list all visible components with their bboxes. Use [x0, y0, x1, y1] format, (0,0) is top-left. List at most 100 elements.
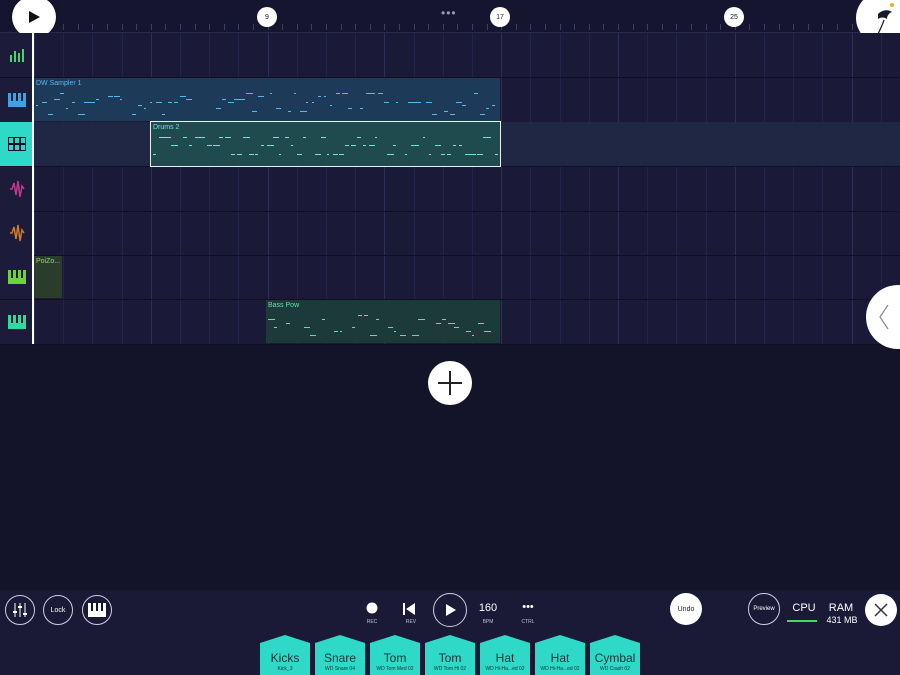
note: [360, 107, 363, 109]
drum-pad[interactable]: Cymbal WD Crash 02: [590, 635, 640, 675]
track-header-synth-1[interactable]: [0, 255, 33, 300]
pad-name: Tom: [383, 651, 407, 665]
note: [418, 318, 425, 320]
note: [144, 107, 146, 109]
rewind-button[interactable]: [402, 602, 418, 616]
mixer-button[interactable]: [5, 595, 35, 625]
transport-play-button[interactable]: [433, 593, 467, 627]
note: [78, 113, 85, 115]
clip-label: DW Sampler 1: [36, 80, 82, 87]
note: [369, 145, 375, 147]
note: [207, 145, 212, 147]
track-header-audio-2[interactable]: [0, 211, 33, 256]
note: [480, 113, 485, 115]
ruler-tick: [223, 24, 225, 30]
track-header-audio-1[interactable]: [0, 167, 33, 212]
ruler-tick: [180, 24, 181, 30]
clip-drums[interactable]: Drums 2: [150, 121, 501, 167]
note: [108, 96, 113, 97]
track-header-sampler[interactable]: [0, 78, 33, 123]
track-lane[interactable]: [34, 33, 900, 78]
ctrl-button[interactable]: •••: [515, 601, 541, 613]
bar-marker-9[interactable]: 9: [257, 7, 277, 27]
drum-pad[interactable]: Hat WD Hi-Ha...ed 02: [535, 635, 585, 675]
ruler-tick: [282, 24, 284, 30]
note: [156, 101, 162, 103]
note: [442, 318, 446, 320]
drum-pad[interactable]: Tom WD Tom Hi 02: [425, 635, 475, 675]
note: [165, 137, 171, 139]
ruler-tick: [355, 24, 357, 30]
note: [396, 101, 398, 103]
note: [261, 145, 264, 147]
ruler-tick: [442, 24, 444, 30]
note: [225, 137, 231, 139]
track-lane[interactable]: [34, 211, 900, 256]
note: [216, 107, 221, 109]
preview-button[interactable]: Preview: [748, 593, 780, 625]
close-button[interactable]: [865, 594, 897, 626]
note: [466, 330, 471, 332]
note: [400, 334, 406, 336]
note: [322, 318, 325, 320]
clip-bass-pow[interactable]: Bass Pow: [266, 300, 500, 343]
note: [426, 101, 432, 103]
note: [120, 98, 122, 100]
track-header-synth-2[interactable]: [0, 300, 33, 345]
record-icon: [366, 602, 378, 614]
pad-name: Tom: [438, 651, 462, 665]
note: [462, 104, 466, 106]
add-track-button[interactable]: [428, 361, 472, 405]
note: [376, 318, 379, 320]
track-header-drums[interactable]: [0, 122, 33, 167]
note: [291, 145, 293, 147]
play-icon: [446, 604, 456, 616]
note: [444, 110, 448, 112]
lock-button[interactable]: Lock: [43, 595, 73, 625]
drum-pad[interactable]: Snare WD Snare 04: [315, 635, 365, 675]
track-lane[interactable]: [34, 255, 900, 300]
note: [450, 113, 455, 115]
note: [219, 137, 223, 139]
clip-dw-sampler[interactable]: DW Sampler 1: [34, 78, 500, 121]
note: [357, 137, 361, 139]
pad-sample: WD Hi-Ha...ed 02: [485, 666, 525, 672]
ruler-tick: [399, 24, 400, 30]
preview-label: Preview: [753, 606, 775, 612]
bpm-value[interactable]: 160: [474, 602, 502, 614]
note: [417, 145, 419, 147]
ruler-tick: [92, 24, 94, 30]
record-button[interactable]: [362, 602, 382, 616]
rec-label: REC: [366, 619, 378, 625]
track-lane[interactable]: [34, 167, 900, 212]
ruler-tick: [749, 24, 751, 30]
ruler-tick: [326, 24, 327, 30]
lock-label: Lock: [50, 606, 66, 614]
undo-button[interactable]: Undo: [670, 593, 702, 625]
rev-label: REV: [405, 619, 417, 625]
piano-keys-icon: [88, 603, 106, 617]
drum-pad[interactable]: Kicks Kick_3: [260, 635, 310, 675]
ruler-tick: [311, 24, 313, 30]
ruler-tick: [588, 24, 590, 30]
note: [358, 315, 362, 317]
ruler-tick: [194, 24, 196, 30]
note: [162, 113, 165, 115]
keyboard-button[interactable]: [82, 595, 112, 625]
note: [310, 334, 316, 336]
bar-marker-17[interactable]: 17: [490, 7, 510, 27]
ruler-tick: [369, 24, 371, 30]
drag-handle[interactable]: •••: [441, 6, 457, 20]
bar-marker-25[interactable]: 25: [724, 7, 744, 27]
clip-poizo[interactable]: PoiZo...: [34, 256, 62, 298]
note: [423, 137, 425, 139]
note: [412, 334, 419, 336]
note: [268, 318, 275, 320]
ruler-tick: [165, 24, 167, 30]
note: [258, 96, 264, 97]
drum-pad[interactable]: Tom WD Tom Med 02: [370, 635, 420, 675]
drum-pad[interactable]: Hat WD Hi-Ha...ed 02: [480, 635, 530, 675]
ruler-tick: [778, 24, 780, 30]
track-header-mixer[interactable]: [0, 33, 33, 78]
playhead[interactable]: [32, 33, 34, 344]
